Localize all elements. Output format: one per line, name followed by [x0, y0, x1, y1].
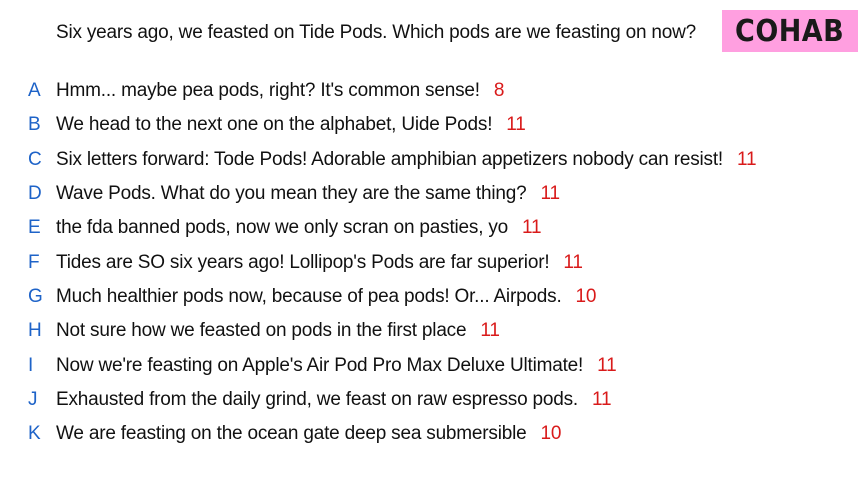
- answer-row-i: I Now we're feasting on Apple's Air Pod …: [0, 348, 864, 382]
- answer-score: 10: [540, 423, 562, 445]
- answer-body: We head to the next one on the alphabet,…: [56, 114, 493, 136]
- answer-row-h: H Not sure how we feasted on pods in the…: [0, 314, 864, 348]
- answer-body: Hmm... maybe pea pods, right? It's commo…: [56, 80, 480, 102]
- cohab-logo: COHAB: [722, 10, 858, 52]
- answer-letter: I: [28, 354, 34, 376]
- answer-text: We are feasting on the ocean gate deep s…: [56, 423, 561, 445]
- answer-row-a: A Hmm... maybe pea pods, right? It's com…: [0, 74, 864, 108]
- answer-body: Not sure how we feasted on pods in the f…: [56, 320, 467, 342]
- answer-letter: E: [28, 217, 41, 239]
- answer-score: 11: [480, 320, 500, 342]
- answer-body: Wave Pods. What do you mean they are the…: [56, 183, 527, 205]
- answer-row-f: F Tides are SO six years ago! Lollipop's…: [0, 245, 864, 279]
- answer-letter: G: [28, 285, 43, 307]
- answer-letter: J: [28, 388, 38, 410]
- answer-body: Six letters forward: Tode Pods! Adorable…: [56, 148, 723, 170]
- answer-letter: D: [28, 183, 42, 205]
- answer-body: the fda banned pods, now we only scran o…: [56, 217, 509, 239]
- question-prompt: Six years ago, we feasted on Tide Pods. …: [56, 22, 697, 43]
- answer-letter: F: [28, 251, 40, 273]
- answer-text: Wave Pods. What do you mean they are the…: [56, 183, 560, 205]
- answer-letter: C: [28, 148, 42, 170]
- logo-text: COHAB: [735, 13, 845, 49]
- answer-text: the fda banned pods, now we only scran o…: [56, 217, 542, 239]
- answer-letter: B: [28, 114, 41, 136]
- answer-row-g: G Much healthier pods now, because of pe…: [0, 280, 864, 314]
- answer-score: 11: [736, 148, 757, 170]
- answer-row-j: J Exhausted from the daily grind, we fea…: [0, 383, 864, 417]
- answer-letter: K: [28, 423, 41, 445]
- answer-text: Much healthier pods now, because of pea …: [56, 286, 596, 308]
- answer-body: Exhausted from the daily grind, we feast…: [56, 388, 578, 410]
- answer-score: 11: [540, 183, 561, 205]
- answer-body: Now we're feasting on Apple's Air Pod Pr…: [56, 354, 584, 376]
- answer-text: Now we're feasting on Apple's Air Pod Pr…: [56, 354, 617, 377]
- answer-text: Exhausted from the daily grind, we feast…: [56, 388, 612, 411]
- answer-body: Much healthier pods now, because of pea …: [56, 285, 562, 307]
- answer-row-d: D Wave Pods. What do you mean they are t…: [0, 177, 864, 211]
- answer-text: Tides are SO six years ago! Lollipop's P…: [56, 252, 583, 274]
- answer-letter: A: [28, 80, 41, 102]
- answer-row-b: B We head to the next one on the alphabe…: [0, 108, 864, 142]
- answer-score: 11: [597, 354, 617, 376]
- answer-row-e: E the fda banned pods, now we only scran…: [0, 211, 864, 245]
- answer-score: 8: [493, 80, 505, 102]
- answer-text: Six letters forward: Tode Pods! Adorable…: [56, 148, 757, 171]
- answer-text: We head to the next one on the alphabet,…: [56, 114, 526, 136]
- answer-score: 11: [563, 251, 583, 273]
- answer-row-k: K We are feasting on the ocean gate deep…: [0, 417, 864, 451]
- answer-list: A Hmm... maybe pea pods, right? It's com…: [0, 74, 864, 451]
- answer-score: 11: [522, 217, 542, 239]
- answer-score: 10: [575, 285, 597, 307]
- answer-letter: H: [28, 320, 42, 342]
- answer-text: Not sure how we feasted on pods in the f…: [56, 320, 500, 342]
- answer-score: 11: [592, 388, 612, 410]
- answer-body: We are feasting on the ocean gate deep s…: [56, 423, 527, 445]
- answer-text: Hmm... maybe pea pods, right? It's commo…: [56, 80, 504, 102]
- answer-row-c: C Six letters forward: Tode Pods! Adorab…: [0, 143, 864, 177]
- answer-score: 11: [506, 114, 526, 136]
- answer-body: Tides are SO six years ago! Lollipop's P…: [56, 251, 550, 273]
